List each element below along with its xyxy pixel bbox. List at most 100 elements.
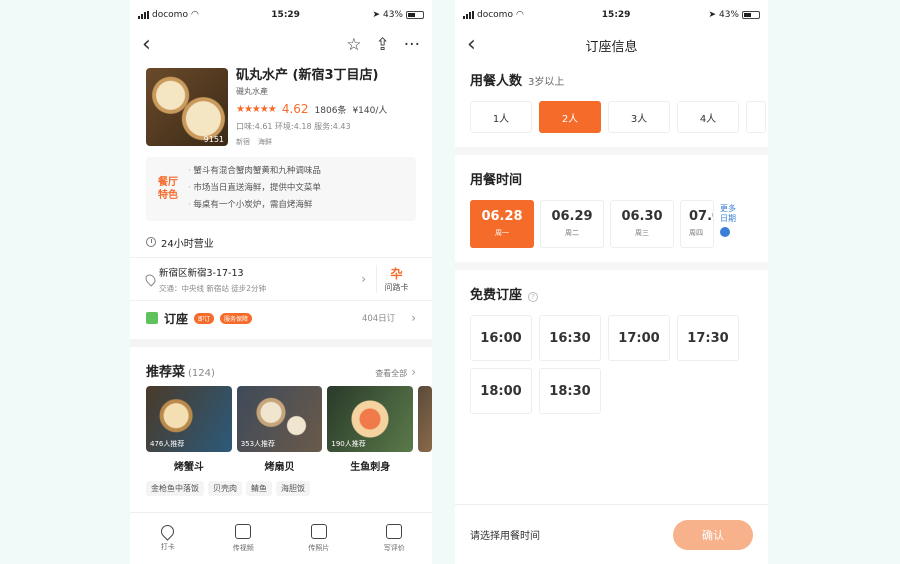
date-day: 06.30 — [621, 209, 663, 224]
camera-icon — [310, 524, 327, 539]
hours-text: 24小时营业 — [161, 238, 214, 250]
dish-photo: 476人推荐 — [146, 386, 232, 452]
back-icon[interactable]: ‹ — [142, 34, 151, 56]
date-weekday: 周二 — [565, 229, 579, 237]
chevron-right-icon: › — [361, 272, 366, 286]
rating-stars-icon: ★★★★★ — [236, 103, 277, 115]
booking-info-screen: docomo ◠ 15:29 ➤ 43% ‹ 订座信息 用餐人数 3岁以上 1人… — [455, 0, 768, 564]
view-all-link[interactable]: 查看全部 — [375, 368, 407, 379]
help-icon[interactable]: ? — [528, 292, 539, 302]
guarantee-badge: 服务保障 — [220, 312, 253, 324]
signal-icon — [463, 11, 474, 19]
battery-percent: 43% — [382, 10, 403, 20]
location-icon: ➤ — [708, 10, 716, 20]
back-icon[interactable]: ‹ — [467, 34, 476, 56]
dish-tag[interactable]: 贝壳肉 — [208, 481, 242, 496]
shop-subname: 磯丸水產 — [236, 87, 268, 96]
dish-card[interactable]: 353人推荐 烤扇贝 — [236, 386, 323, 473]
bottom-action-bar: 打卡 传视频 传照片 写评价 — [130, 512, 432, 564]
dish-card[interactable]: 190人推荐 生鱼刺身 — [327, 386, 414, 473]
party-size-section: 用餐人数 3岁以上 1人 2人 3人 4人 — [455, 70, 768, 133]
recommend-title: 推荐菜 — [146, 365, 186, 380]
shop-tag[interactable]: 新宿 — [236, 137, 250, 147]
dish-photo: 353人推荐 — [236, 386, 323, 452]
check-in-button[interactable]: 打卡 — [138, 522, 198, 552]
free-booking-title: 免费订座 — [470, 288, 523, 303]
feature-item: 每桌有一个小炭炉，需自烤海鲜 — [188, 197, 321, 214]
confirm-button[interactable]: 确认 — [673, 519, 753, 550]
tab-label: 传照片 — [308, 544, 330, 552]
address-text: 新宿区新宿3-17-13 — [159, 267, 244, 279]
date-day: 06.29 — [551, 209, 593, 224]
top-nav: ‹ ☆ ⇪ ··· — [130, 30, 432, 60]
time-slot[interactable]: 16:00 — [470, 315, 532, 361]
chevron-right-icon: › — [411, 365, 416, 379]
shop-tag[interactable]: 海鲜 — [258, 137, 272, 147]
dish-tag[interactable]: 海胆饭 — [276, 481, 310, 496]
address-row[interactable]: 新宿区新宿3-17-13 交通：中央线 新宿站 徒步2分钟 › 卆 问路卡 — [130, 257, 432, 301]
more-dates-button[interactable]: 更多日期 — [720, 200, 742, 248]
date-title: 用餐时间 — [470, 173, 523, 188]
dish-card[interactable]: 476人推荐 烤蟹斗 — [146, 386, 232, 473]
booking-icon — [146, 312, 158, 324]
transit-text: 交通：中央线 新宿站 徒步2分钟 — [159, 283, 267, 293]
date-option[interactable]: 06.29 周二 — [540, 200, 604, 248]
ask-directions-card-button[interactable]: 卆 问路卡 — [376, 265, 416, 293]
more-dates-label: 更多日期 — [720, 204, 736, 223]
party-size-option-selected[interactable]: 2人 — [539, 101, 601, 133]
date-option-partial[interactable]: 07.0 周四 — [680, 200, 714, 248]
recommend-count: (124) — [188, 368, 215, 379]
dish-name: 生鱼刺身 — [350, 462, 391, 473]
status-bar: docomo ◠ 15:29 ➤ 43% — [455, 0, 768, 30]
more-icon[interactable]: ··· — [404, 35, 420, 55]
party-size-option[interactable]: 4人 — [677, 101, 739, 133]
dish-tag[interactable]: 金枪鱼中落饭 — [146, 481, 204, 496]
star-favorite-icon[interactable]: ☆ — [346, 35, 361, 55]
edit-icon — [386, 524, 403, 539]
status-time: 15:29 — [271, 10, 300, 20]
booking-count: 404日订 — [361, 314, 396, 324]
date-option-selected[interactable]: 06.28 周一 — [470, 200, 534, 248]
write-review-button[interactable]: 写评价 — [364, 524, 424, 553]
instant-badge: 即订 — [194, 312, 215, 324]
booking-label: 订座 — [164, 311, 189, 326]
party-size-option-partial[interactable] — [746, 101, 766, 133]
dish-tag-list: 金枪鱼中落饭 贝壳肉 鲭鱼 海胆饭 — [130, 473, 432, 496]
time-slot[interactable]: 17:00 — [608, 315, 670, 361]
tab-label: 传视频 — [232, 544, 254, 552]
dish-photo-partial — [418, 386, 432, 452]
upload-video-button[interactable]: 传视频 — [213, 524, 273, 553]
status-bar: docomo ◠ 15:29 ➤ 43% — [130, 0, 432, 30]
time-slot[interactable]: 16:30 — [539, 315, 601, 361]
review-count[interactable]: 1806条 — [315, 103, 347, 116]
time-slot[interactable]: 18:30 — [539, 368, 601, 414]
dish-recommend-count: 353人推荐 — [240, 440, 276, 448]
date-weekday: 周三 — [635, 229, 649, 237]
location-icon: ➤ — [372, 10, 380, 20]
date-day: 06.28 — [481, 209, 523, 224]
shop-photo[interactable]: 9151 — [146, 68, 228, 146]
feature-item: 市场当日直送海鲜，提供中文菜单 — [188, 180, 321, 197]
tab-label: 写评价 — [383, 544, 405, 552]
shop-name: 矶丸水产 (新宿3丁目店) — [236, 68, 379, 83]
dish-recommend-count: 190人推荐 — [331, 440, 366, 448]
page-title: 订座信息 — [585, 39, 638, 55]
time-slot[interactable]: 17:30 — [677, 315, 739, 361]
battery-icon — [406, 11, 424, 19]
shop-tags: 新宿 海鲜 — [236, 137, 416, 147]
rating-row: ★★★★★ 4.62 1806条 ¥140/人 — [236, 102, 416, 116]
party-size-option[interactable]: 3人 — [608, 101, 670, 133]
party-size-option[interactable]: 1人 — [470, 101, 532, 133]
dish-name: 烤蟹斗 — [173, 462, 204, 473]
top-nav: ‹ 订座信息 — [455, 30, 768, 60]
chevron-right-icon: › — [411, 311, 416, 325]
booking-row[interactable]: 订座 即订 服务保障 404日订 › — [130, 301, 432, 335]
time-slot[interactable]: 18:00 — [470, 368, 532, 414]
upload-photo-button[interactable]: 传照片 — [289, 524, 349, 553]
share-icon[interactable]: ⇪ — [376, 35, 390, 55]
date-option[interactable]: 06.30 周三 — [610, 200, 674, 248]
recommend-header: 推荐菜 (124) 查看全部 › — [130, 347, 432, 386]
select-time-prompt: 请选择用餐时间 — [470, 531, 540, 542]
dish-tag[interactable]: 鲭鱼 — [246, 481, 272, 496]
video-icon — [235, 524, 252, 539]
